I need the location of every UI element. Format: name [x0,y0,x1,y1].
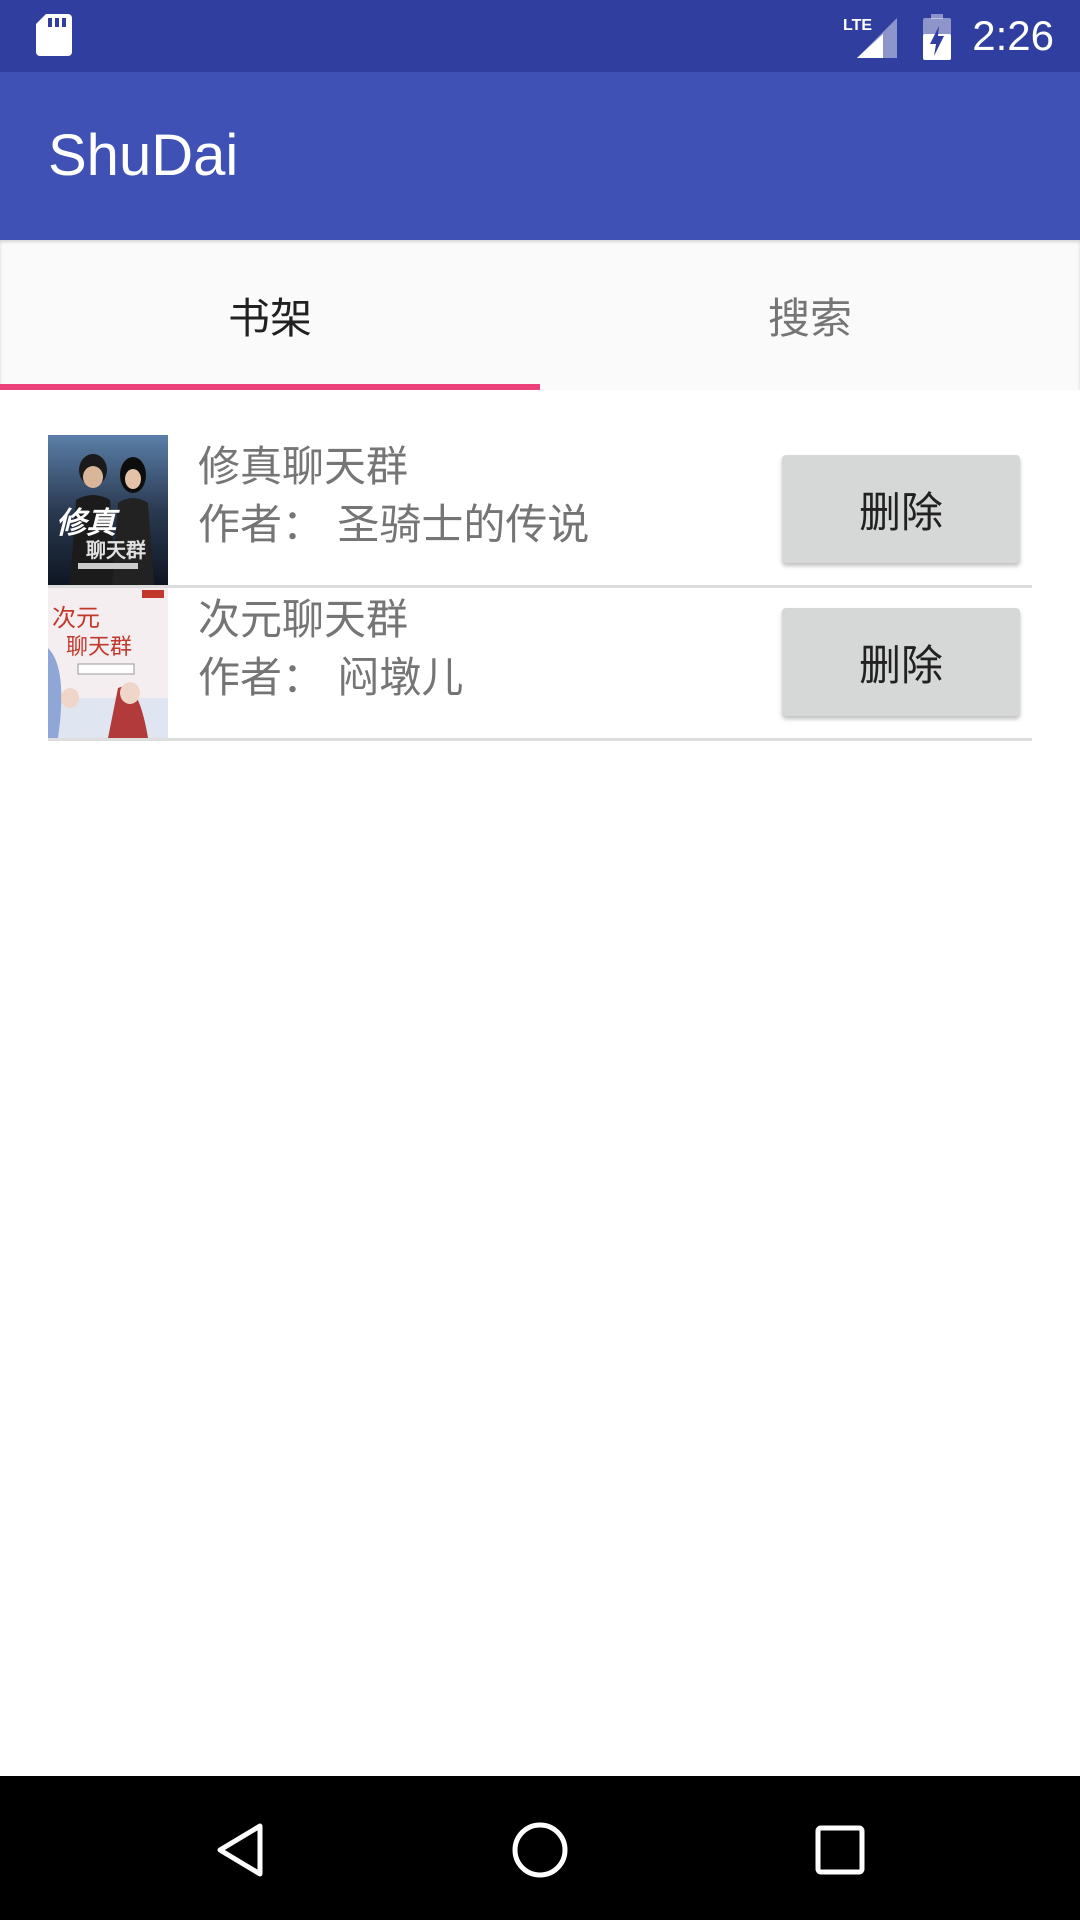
book-title: 次元聊天群 [198,595,409,644]
battery-charging-icon [923,14,951,60]
book-cover: 修真 聊天群 [48,435,168,585]
lte-signal-icon: LTE [843,17,897,58]
book-title: 修真聊天群 [198,442,409,491]
author-label: 作者： [198,653,325,702]
book-cover: 次元 聊天群 [48,588,168,738]
book-author: 作者： 圣骑士的传说 [198,497,589,553]
tab-strip: 书架 搜索 [0,240,1080,390]
svg-text:LTE: LTE [843,17,872,34]
app-bar: ShuDai [0,72,1080,240]
author-label: 作者： [198,500,325,549]
status-bar: LTE 2:26 [0,0,1080,72]
tab-search[interactable]: 搜索 [540,240,1080,390]
svg-text:次元: 次元 [52,604,100,632]
list-item[interactable]: 修真 聊天群 修真聊天群 作者： 圣骑士的传说 删除 [48,435,1032,588]
app-title: ShuDai [48,123,239,188]
back-icon[interactable] [210,1818,274,1882]
book-author: 作者： 闷墩儿 [198,650,463,706]
status-time: 2:26 [972,12,1054,59]
navigation-bar [0,1776,1080,1920]
author-name: 圣骑士的传说 [337,500,590,549]
sd-card-icon [36,14,72,56]
list-item[interactable]: 次元 聊天群 次元聊天群 作者： 闷墩儿 删除 [48,588,1032,741]
recents-icon[interactable] [808,1818,872,1882]
svg-text:聊天群: 聊天群 [86,538,146,562]
delete-button[interactable]: 删除 [782,608,1020,716]
tab-bookshelf[interactable]: 书架 [0,240,540,390]
svg-text:修真: 修真 [56,506,120,541]
author-name: 闷墩儿 [337,653,464,702]
book-list: 修真 聊天群 修真聊天群 作者： 圣骑士的传说 删除 次元 聊天群 次元聊天群 … [48,435,1032,741]
svg-text:聊天群: 聊天群 [66,635,132,660]
home-icon[interactable] [508,1818,572,1882]
tab-indicator [0,384,540,390]
delete-button[interactable]: 删除 [782,455,1020,563]
